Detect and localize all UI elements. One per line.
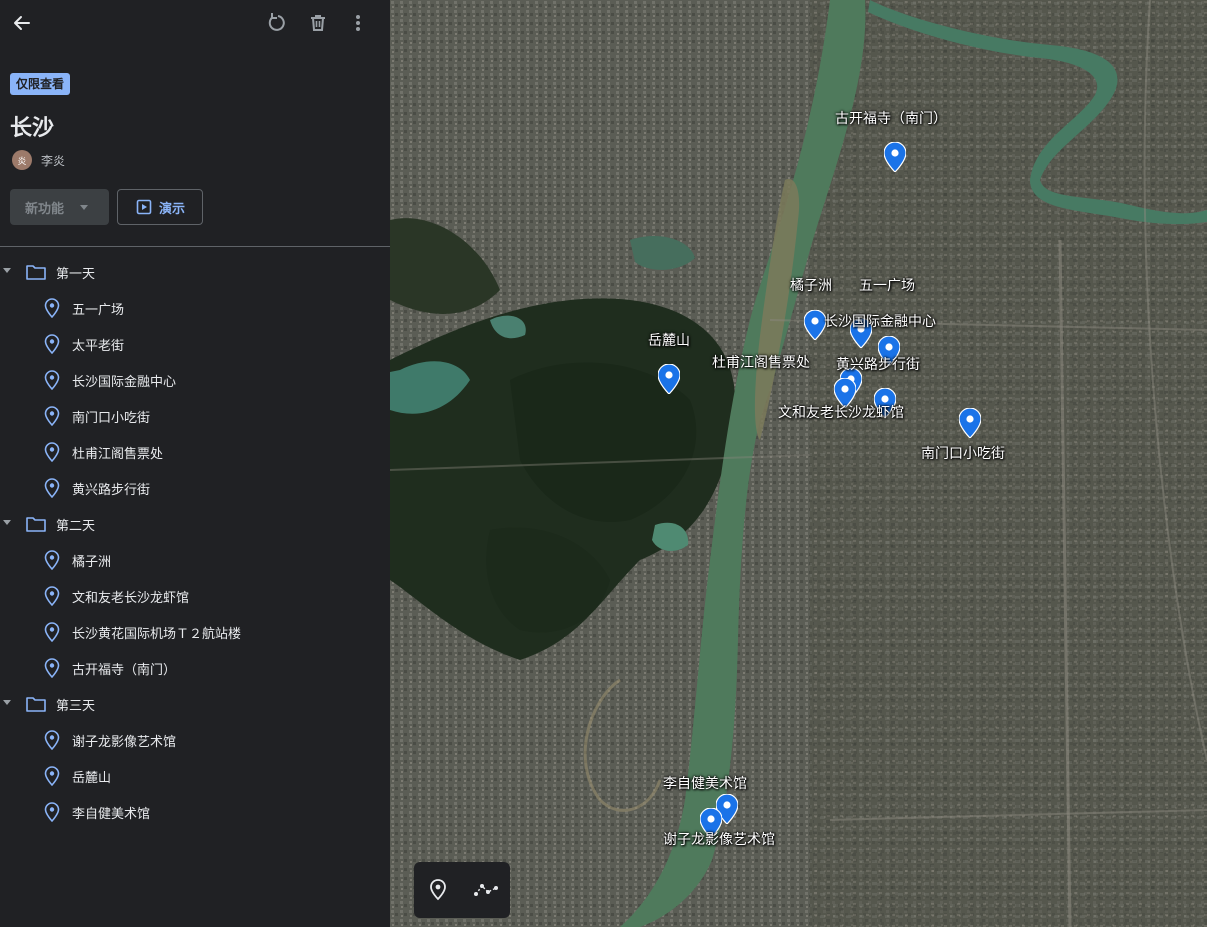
folder-label: 第三天 <box>56 698 96 714</box>
folder-row[interactable]: 第三天 <box>0 686 390 722</box>
map-label-dufu: 杜甫江阁售票处 <box>712 355 810 371</box>
satellite-map[interactable]: 古开福寺（南门） 橘子洲 五一广场 长沙国际金融中心 岳麓山 杜甫江阁售票处 黄… <box>390 0 1207 927</box>
place-label: 黄兴路步行街 <box>72 482 151 498</box>
more-options-button[interactable] <box>344 9 372 37</box>
place-label: 古开福寺（南门） <box>72 662 177 678</box>
place-label: 长沙黄花国际机场Ｔ２航站楼 <box>72 626 242 642</box>
delete-button[interactable] <box>304 9 332 37</box>
place-pin-icon <box>44 586 60 607</box>
draw-line-button[interactable] <box>472 876 500 904</box>
place-pin-icon <box>44 550 60 571</box>
reset-button[interactable] <box>264 9 292 37</box>
map-label-ifc: 长沙国际金融中心 <box>824 314 936 330</box>
place-pin-icon <box>44 442 60 463</box>
place-pin-icon <box>44 658 60 679</box>
folder-label: 第二天 <box>56 518 96 534</box>
folder-row[interactable]: 第一天 <box>0 254 390 290</box>
place-pin-icon <box>44 478 60 499</box>
map-label-nanmenkou: 南门口小吃街 <box>921 446 1005 462</box>
present-icon <box>136 199 152 215</box>
sidebar-panel: 仅限查看 长沙 炎 李炎 新功能 演示 第一天五一广场太平老街长沙国际金融中心南… <box>0 0 390 927</box>
view-only-badge: 仅限查看 <box>10 73 71 95</box>
expand-caret-icon[interactable] <box>3 520 11 525</box>
place-label: 南门口小吃街 <box>72 410 151 426</box>
place-item[interactable]: 橘子洲 <box>0 542 390 578</box>
expand-caret-icon[interactable] <box>3 700 11 705</box>
new-feature-button[interactable]: 新功能 <box>10 189 109 225</box>
place-item[interactable]: 李自健美术馆 <box>0 794 390 830</box>
place-item[interactable]: 五一广场 <box>0 290 390 326</box>
map-pin[interactable] <box>804 310 826 340</box>
folder-icon <box>26 265 46 280</box>
place-label: 岳麓山 <box>72 770 112 786</box>
place-pin-icon <box>44 334 60 355</box>
map-pin[interactable] <box>959 408 981 438</box>
back-button[interactable] <box>8 9 36 37</box>
place-item[interactable]: 文和友老长沙龙虾馆 <box>0 578 390 614</box>
folder-icon <box>26 517 46 532</box>
place-label: 太平老街 <box>72 338 125 354</box>
place-pin-icon <box>44 370 60 391</box>
feature-tree: 第一天五一广场太平老街长沙国际金融中心 南门口小吃街 杜甫江阁售票处 黄兴路步行街第二… <box>0 254 390 830</box>
place-item[interactable]: 长沙黄花国际机场Ｔ２航站楼 <box>0 614 390 650</box>
project-title: 长沙 <box>10 116 55 141</box>
place-item[interactable]: 岳麓山 <box>0 758 390 794</box>
map-pin[interactable] <box>658 364 680 394</box>
map-label-wenheyou: 文和友老长沙龙虾馆 <box>778 405 904 421</box>
present-label: 演示 <box>159 201 186 217</box>
place-label: 谢子龙影像艺术馆 <box>72 734 177 750</box>
place-pin-icon <box>44 802 60 823</box>
expand-caret-icon[interactable] <box>3 268 11 273</box>
map-label-kaifu: 古开福寺（南门） <box>835 111 947 127</box>
place-label: 长沙国际金融中心 <box>72 374 177 390</box>
place-item[interactable]: 黄兴路步行街 <box>0 470 390 506</box>
folder-icon <box>26 697 46 712</box>
map-label-lizijian: 李自健美术馆 <box>663 776 747 792</box>
arrow-left-icon <box>14 16 30 30</box>
place-label: 文和友老长沙龙虾馆 <box>72 590 190 606</box>
map-label-juzizhou: 橘子洲 <box>790 278 832 294</box>
map-toolbar <box>414 862 510 918</box>
place-label: 五一广场 <box>72 302 125 318</box>
reset-icon <box>268 13 285 31</box>
map-label-xieziong: 谢子龙影像艺术馆 <box>663 832 775 848</box>
map-label-wuyi: 五一广场 <box>859 278 915 294</box>
place-item[interactable]: 杜甫江阁售票处 <box>0 434 390 470</box>
map-pin[interactable] <box>884 142 906 172</box>
place-label: 李自健美术馆 <box>72 806 151 822</box>
present-button[interactable]: 演示 <box>117 189 203 225</box>
folder-row[interactable]: 第二天 <box>0 506 390 542</box>
more-vert-icon <box>356 15 360 31</box>
place-pin-icon <box>44 766 60 787</box>
chevron-down-icon <box>80 204 89 210</box>
place-pin-icon <box>44 406 60 427</box>
map-label-yuelu: 岳麓山 <box>648 333 690 349</box>
place-item[interactable]: 谢子龙影像艺术馆 <box>0 722 390 758</box>
divider <box>0 246 390 247</box>
place-pin-icon <box>44 298 60 319</box>
place-label: 杜甫江阁售票处 <box>72 446 164 462</box>
add-marker-button[interactable] <box>424 876 452 904</box>
place-item[interactable]: 南门口小吃街 <box>0 398 390 434</box>
satellite-imagery <box>390 0 1207 927</box>
place-item[interactable]: 长沙国际金融中心 <box>0 362 390 398</box>
place-label: 橘子洲 <box>72 554 112 570</box>
place-item[interactable]: 太平老街 <box>0 326 390 362</box>
map-label-huangxing: 黄兴路步行街 <box>836 357 920 373</box>
new-feature-label: 新功能 <box>25 201 65 217</box>
author-name: 李炎 <box>41 153 66 168</box>
folder-label: 第一天 <box>56 266 96 282</box>
add-marker-icon <box>430 879 446 901</box>
place-pin-icon <box>44 730 60 751</box>
avatar: 炎 <box>12 150 32 170</box>
draw-line-icon <box>474 884 498 896</box>
trash-icon <box>311 15 325 31</box>
author-row: 炎 李炎 <box>12 150 65 170</box>
place-pin-icon <box>44 622 60 643</box>
place-item[interactable]: 古开福寺（南门） <box>0 650 390 686</box>
